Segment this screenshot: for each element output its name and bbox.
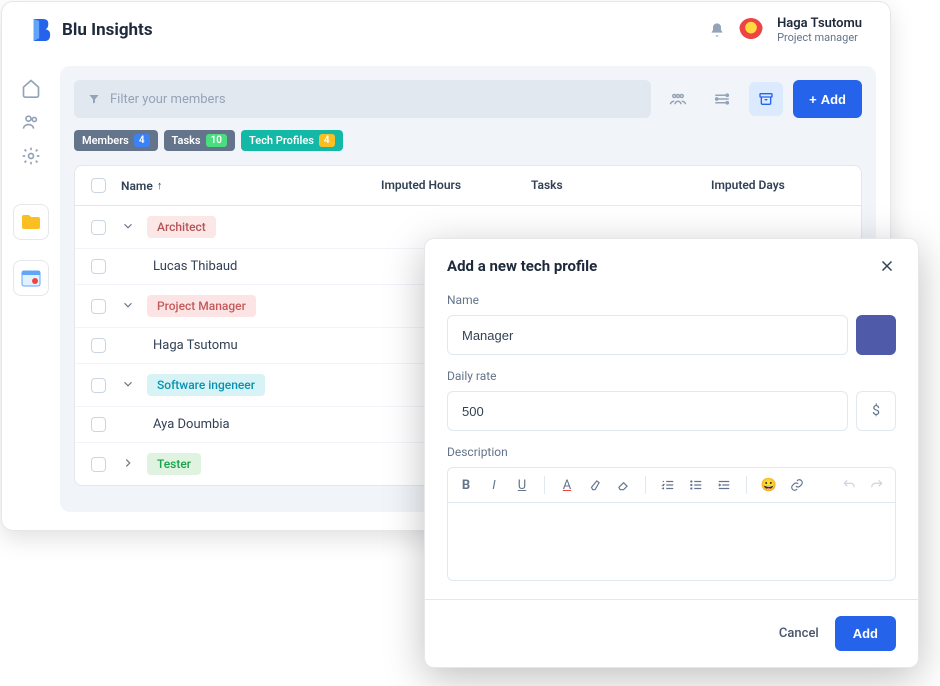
- logo[interactable]: Blu Insights: [30, 17, 153, 43]
- highlight-icon[interactable]: [587, 478, 603, 492]
- bullet-list-icon[interactable]: [688, 478, 704, 492]
- description-editor[interactable]: [447, 503, 896, 581]
- chip-tech[interactable]: Tech Profiles 4: [241, 130, 343, 151]
- color-picker[interactable]: [856, 315, 896, 355]
- filter-chips: Members 4 Tasks 10 Tech Profiles 4: [74, 130, 862, 151]
- eraser-icon[interactable]: [615, 478, 631, 492]
- sort-asc-icon: ↑: [157, 179, 163, 192]
- col-days[interactable]: Imputed Days: [711, 178, 845, 193]
- col-name[interactable]: Name ↑: [121, 178, 381, 193]
- modal-add-button[interactable]: Add: [835, 616, 896, 651]
- group-tag[interactable]: Architect: [147, 216, 216, 238]
- chip-members[interactable]: Members 4: [74, 130, 158, 151]
- group-icon[interactable]: [661, 82, 695, 116]
- col-tasks[interactable]: Tasks: [531, 178, 711, 193]
- member-name[interactable]: Lucas Thibaud: [153, 259, 237, 274]
- sliders-icon[interactable]: [705, 82, 739, 116]
- table-header: Name ↑ Imputed Hours Tasks Imputed Days: [75, 166, 861, 206]
- filter-input[interactable]: Filter your members: [74, 80, 651, 118]
- modal-header: Add a new tech profile: [425, 239, 918, 293]
- currency-unit: $: [856, 391, 896, 431]
- add-tech-modal: Add a new tech profile Name Daily rate $…: [424, 238, 919, 668]
- modal-body: Name Daily rate $ Description B I U A: [425, 293, 918, 599]
- home-icon[interactable]: [21, 78, 41, 98]
- chevron-down-icon[interactable]: [121, 297, 143, 316]
- row-checkbox[interactable]: [91, 457, 106, 472]
- nav-column: [2, 58, 60, 526]
- chevron-down-icon[interactable]: [121, 376, 143, 395]
- logo-icon: [30, 17, 52, 43]
- cancel-button[interactable]: Cancel: [779, 626, 819, 641]
- member-name[interactable]: Aya Doumbia: [153, 417, 230, 432]
- gear-icon[interactable]: [21, 146, 41, 166]
- chevron-down-icon[interactable]: [121, 218, 143, 237]
- name-field[interactable]: [447, 315, 848, 355]
- group-tag[interactable]: Project Manager: [147, 295, 256, 317]
- group-tag[interactable]: Software ingeneer: [147, 374, 265, 396]
- chevron-right-icon[interactable]: [121, 455, 143, 474]
- calendar-icon: [21, 269, 41, 287]
- group-tag[interactable]: Tester: [147, 453, 201, 475]
- editor-toolbar: B I U A 😀: [447, 467, 896, 503]
- filter-placeholder: Filter your members: [110, 92, 226, 107]
- bold-icon[interactable]: B: [458, 478, 474, 493]
- user-role: Project manager: [777, 31, 862, 44]
- modal-footer: Cancel Add: [425, 599, 918, 667]
- close-icon[interactable]: [878, 257, 896, 275]
- modal-title: Add a new tech profile: [447, 257, 597, 275]
- desc-label: Description: [447, 445, 896, 459]
- ordered-list-icon[interactable]: [660, 478, 676, 492]
- user-info[interactable]: Haga Tsutomu Project manager: [777, 16, 862, 44]
- nav-card-1[interactable]: [13, 204, 49, 240]
- chip-tasks[interactable]: Tasks 10: [164, 130, 235, 151]
- row-checkbox[interactable]: [91, 220, 106, 235]
- archive-icon[interactable]: [749, 82, 783, 116]
- nav-card-2[interactable]: [13, 260, 49, 296]
- rate-field[interactable]: [447, 391, 848, 431]
- link-icon[interactable]: [789, 478, 805, 492]
- header-right: Haga Tsutomu Project manager: [709, 16, 862, 44]
- redo-icon[interactable]: [869, 478, 885, 492]
- header: Blu Insights Haga Tsutomu Project manage…: [2, 2, 890, 58]
- row-checkbox[interactable]: [91, 417, 106, 432]
- italic-icon[interactable]: I: [486, 478, 502, 493]
- col-hours[interactable]: Imputed Hours: [381, 178, 531, 193]
- users-icon[interactable]: [21, 112, 41, 132]
- app-name: Blu Insights: [62, 20, 153, 40]
- emoji-icon[interactable]: 😀: [761, 478, 777, 493]
- toolbar: Filter your members + Add: [74, 80, 862, 118]
- folder-icon: [21, 214, 41, 230]
- rate-label: Daily rate: [447, 369, 896, 383]
- filter-icon: [88, 93, 100, 105]
- text-color-icon[interactable]: A: [559, 478, 575, 493]
- row-checkbox[interactable]: [91, 338, 106, 353]
- underline-icon[interactable]: U: [514, 478, 530, 493]
- row-checkbox[interactable]: [91, 299, 106, 314]
- row-checkbox[interactable]: [91, 259, 106, 274]
- indent-icon[interactable]: [716, 478, 732, 492]
- name-label: Name: [447, 293, 896, 307]
- user-name: Haga Tsutomu: [777, 16, 862, 31]
- row-checkbox[interactable]: [91, 378, 106, 393]
- undo-icon[interactable]: [841, 478, 857, 492]
- select-all-checkbox[interactable]: [91, 178, 106, 193]
- bell-icon[interactable]: [709, 22, 725, 38]
- member-name[interactable]: Haga Tsutomu: [153, 338, 238, 353]
- add-button[interactable]: + Add: [793, 80, 862, 118]
- plus-icon: +: [809, 92, 817, 107]
- avatar[interactable]: [739, 18, 763, 42]
